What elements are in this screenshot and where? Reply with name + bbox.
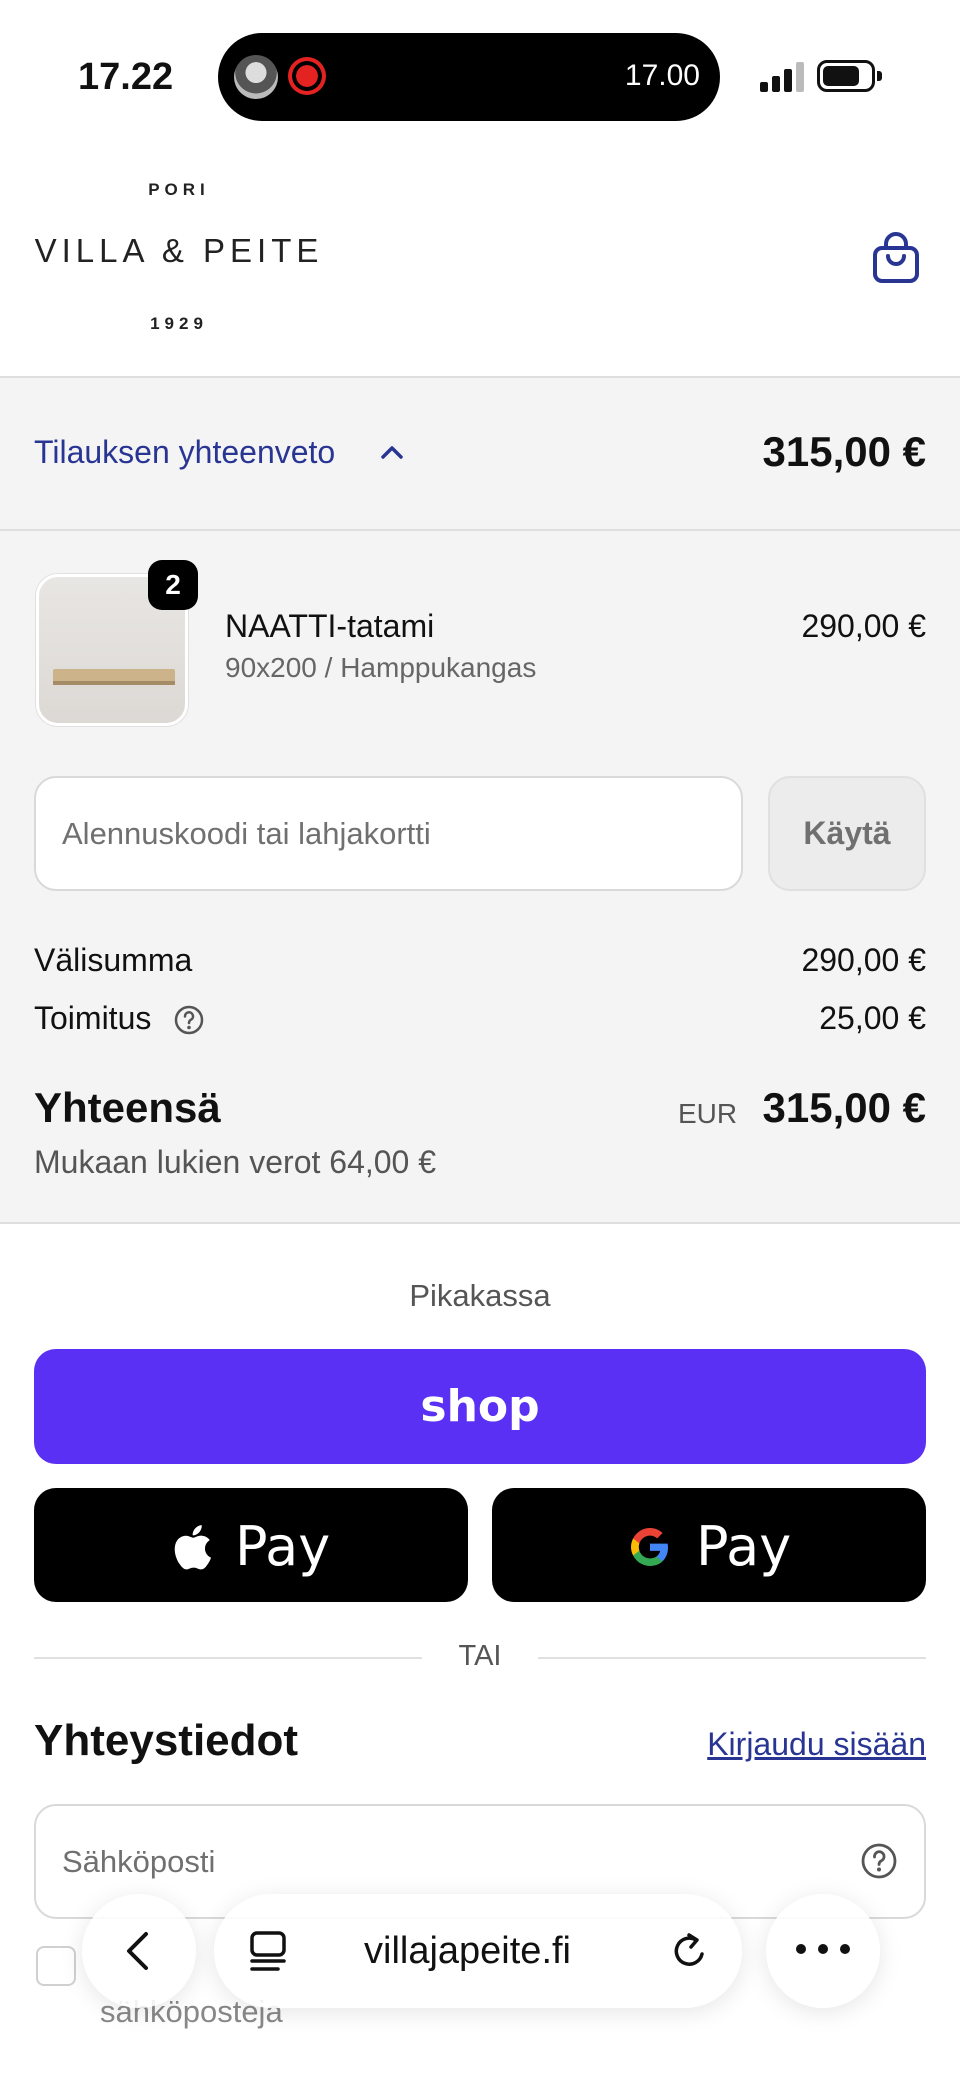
divider-line	[538, 1657, 926, 1659]
or-divider: TAI	[458, 1640, 502, 1672]
reload-icon[interactable]	[668, 1930, 710, 1972]
subtotal-label: Välisumma	[34, 942, 193, 978]
chevron-up-icon	[381, 446, 403, 459]
discount-code-input[interactable]	[34, 776, 743, 891]
contact-heading: Yhteystiedot	[34, 1716, 299, 1765]
divider-line	[34, 1657, 422, 1659]
browser-back-button[interactable]	[82, 1894, 196, 2008]
store-logo[interactable]: PORI VILLA & PEITE 1929	[34, 180, 324, 340]
browser-url: villajapeite.fi	[364, 1930, 571, 1972]
tax-note: Mukaan lukien verot 64,00 €	[34, 1144, 437, 1180]
more-dots-icon	[796, 1944, 850, 1954]
shop-pay-button[interactable]: shop	[34, 1349, 926, 1464]
google-logo-icon	[630, 1527, 668, 1566]
tabs-overview-icon[interactable]	[248, 1930, 288, 1974]
order-summary-toggle-label: Tilauksen yhteenveto	[34, 434, 336, 470]
logo-wordmark: VILLA & PEITE	[34, 232, 324, 269]
status-time: 17.22	[78, 56, 174, 98]
shipping-value: 25,00 €	[819, 1000, 926, 1036]
google-pay-button[interactable]: Pay	[492, 1488, 926, 1602]
order-summary-total: 315,00 €	[762, 428, 927, 475]
product-variant: 90x200 / Hamppukangas	[225, 652, 537, 683]
product-price: 290,00 €	[801, 608, 926, 644]
team-crest-icon	[288, 57, 326, 95]
question-circle-icon[interactable]	[860, 1842, 898, 1880]
apple-pay-label: Pay	[234, 1515, 331, 1579]
browser-toolbar: villajapeite.fi	[0, 1888, 960, 2018]
grand-total-value: 315,00 €	[762, 1084, 927, 1131]
product-name: NAATTI-tatami	[225, 608, 435, 644]
apply-discount-button[interactable]: Käytä	[768, 776, 926, 891]
team-crest-icon	[234, 55, 278, 99]
dynamic-island[interactable]: 17.00	[218, 33, 720, 121]
browser-address-bar[interactable]: villajapeite.fi	[214, 1894, 742, 2008]
live-activity-time: 17.00	[624, 59, 700, 92]
battery-icon	[817, 60, 882, 92]
shopping-bag-icon[interactable]	[872, 232, 920, 284]
status-bar: 17.22 17.00	[0, 0, 960, 150]
chevron-left-icon	[127, 1932, 148, 1970]
cellular-signal-icon	[760, 58, 804, 92]
express-checkout-label: Pikakassa	[409, 1278, 551, 1313]
store-header: PORI VILLA & PEITE 1929	[0, 150, 960, 378]
currency-code: EUR	[678, 1098, 738, 1129]
logo-year: 1929	[150, 314, 208, 333]
quantity-badge: 2	[148, 560, 198, 610]
apple-pay-button[interactable]: Pay	[34, 1488, 468, 1602]
shipping-label: Toimitus	[34, 1000, 152, 1036]
order-summary-toggle[interactable]: Tilauksen yhteenveto 315,00 €	[0, 378, 960, 531]
google-pay-label: Pay	[695, 1515, 792, 1579]
grand-total-label: Yhteensä	[34, 1084, 221, 1131]
logo-location: PORI	[148, 180, 210, 199]
subtotal-value: 290,00 €	[801, 942, 926, 978]
browser-more-button[interactable]	[766, 1894, 880, 2008]
apple-logo-icon	[174, 1525, 211, 1570]
question-circle-icon[interactable]	[173, 1004, 205, 1036]
order-summary: Tilauksen yhteenveto 315,00 € 2 NAATTI-t…	[0, 378, 960, 1224]
login-link[interactable]: Kirjaudu sisään	[707, 1726, 926, 1763]
